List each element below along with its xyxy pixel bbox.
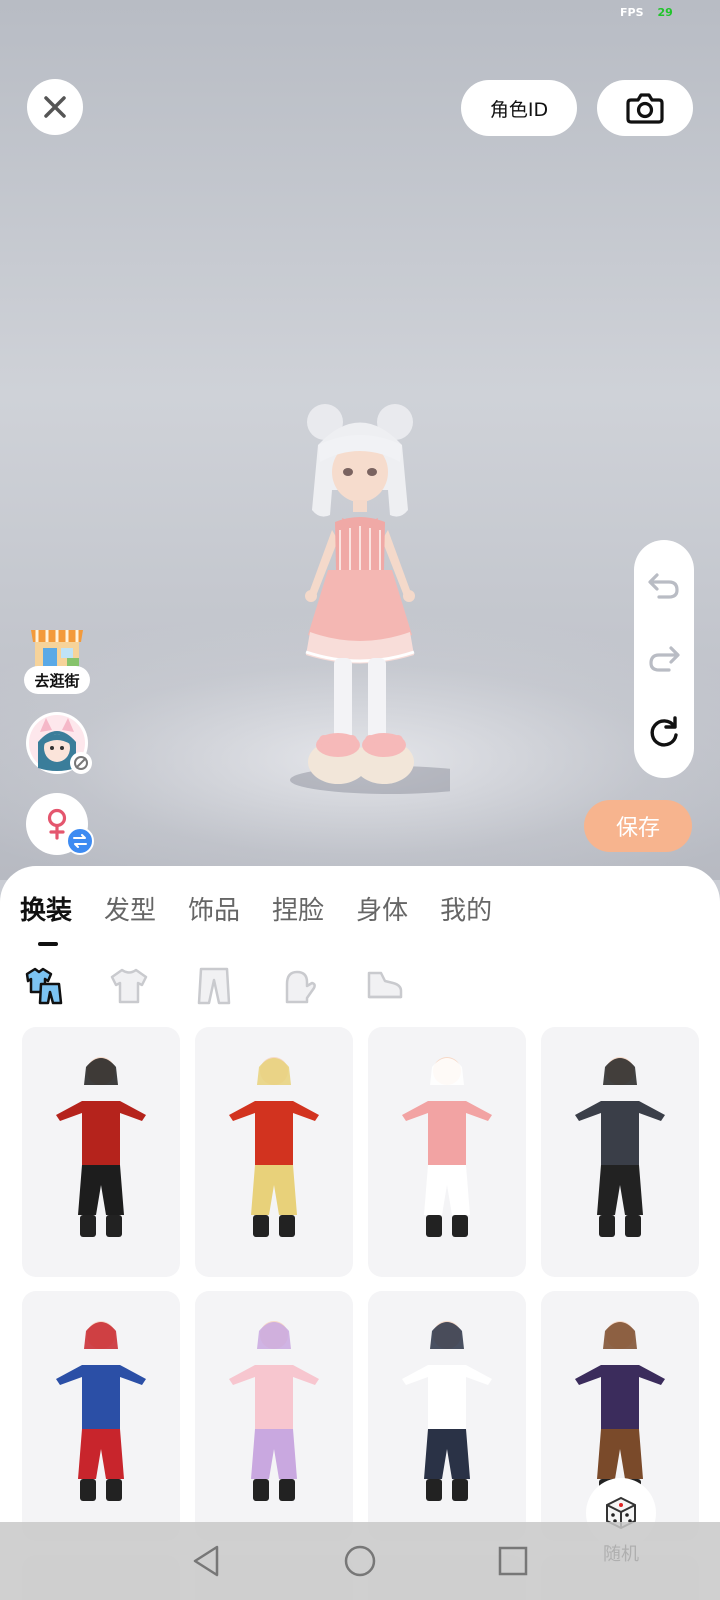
red-qipao-outfit (36, 1045, 166, 1259)
close-button[interactable] (27, 79, 83, 135)
tab-accessories[interactable]: 饰品 (188, 890, 240, 927)
subcat-gloves[interactable] (277, 964, 321, 1008)
subcat-bottoms[interactable] (192, 964, 236, 1008)
system-nav-bar (0, 1522, 720, 1600)
outfit-card[interactable] (22, 1291, 180, 1541)
history-panel (634, 540, 694, 778)
tshirt-track-outfit (382, 1309, 512, 1523)
outfit-card[interactable] (22, 1027, 180, 1277)
swap-badge (66, 827, 94, 855)
tab-hairstyle[interactable]: 发型 (104, 890, 156, 927)
pink-plaid-outfit (382, 1045, 512, 1259)
redo-button[interactable] (644, 639, 684, 679)
undo-button[interactable] (644, 566, 684, 606)
visibility-badge (70, 752, 92, 774)
subcat-shoes[interactable] (362, 964, 406, 1008)
avatar-character[interactable] (280, 400, 450, 820)
undo-icon (648, 573, 679, 599)
swap-icon (73, 834, 87, 848)
outfit-card[interactable] (195, 1027, 353, 1277)
reset-button[interactable] (644, 712, 684, 752)
active-tab-indicator (38, 942, 58, 946)
home-nav-icon[interactable] (343, 1544, 377, 1578)
camera-icon (626, 93, 664, 124)
tab-body[interactable]: 身体 (356, 890, 408, 927)
pants-icon (197, 967, 231, 1005)
shop-label: 去逛街 (24, 666, 90, 694)
subcat-outfit-set[interactable] (22, 964, 66, 1008)
hidden-icon (74, 756, 88, 770)
back-nav-icon[interactable] (191, 1544, 223, 1578)
black-suit-outfit (555, 1045, 685, 1259)
save-button[interactable]: 保存 (584, 800, 692, 852)
category-tabs: 换装 发型 饰品 捏脸 身体 我的 (20, 890, 524, 927)
go-shopping-button[interactable]: 去逛街 (24, 622, 90, 694)
outfit-card[interactable] (195, 1291, 353, 1541)
tab-mine[interactable]: 我的 (440, 890, 492, 927)
shop-icon (31, 630, 83, 670)
outfit-card[interactable] (368, 1027, 526, 1277)
top-icon (110, 968, 148, 1004)
subcat-tops[interactable] (107, 964, 151, 1008)
outfit-card[interactable] (368, 1291, 526, 1541)
fps-value: 29 (657, 6, 673, 19)
blue-red-hero-outfit (36, 1309, 166, 1523)
avatar-3d-scene[interactable]: FPS 29 角色ID 保存 去逛街 (0, 0, 720, 880)
female-icon (47, 808, 67, 840)
camera-button[interactable] (597, 80, 693, 136)
glove-icon (285, 970, 316, 1004)
tab-outfit[interactable]: 换装 (20, 890, 72, 927)
gender-switch-button[interactable] (26, 793, 94, 855)
recents-nav-icon[interactable] (497, 1545, 529, 1577)
redo-icon (649, 646, 680, 672)
profile-avatar-button[interactable] (26, 712, 92, 774)
subcategory-bar (22, 964, 447, 1008)
shoe-icon (367, 971, 403, 999)
outfit-card[interactable] (541, 1027, 699, 1277)
outfit-set-icon (25, 967, 63, 1005)
fps-counter: FPS 29 (620, 6, 673, 19)
red-coat-outfit (209, 1045, 339, 1259)
pink-cat-outfit (209, 1309, 339, 1523)
role-id-button[interactable]: 角色ID (461, 80, 577, 136)
fps-label: FPS (620, 6, 644, 19)
tab-face[interactable]: 捏脸 (272, 890, 324, 927)
close-icon (44, 96, 66, 118)
reset-icon (650, 715, 678, 747)
